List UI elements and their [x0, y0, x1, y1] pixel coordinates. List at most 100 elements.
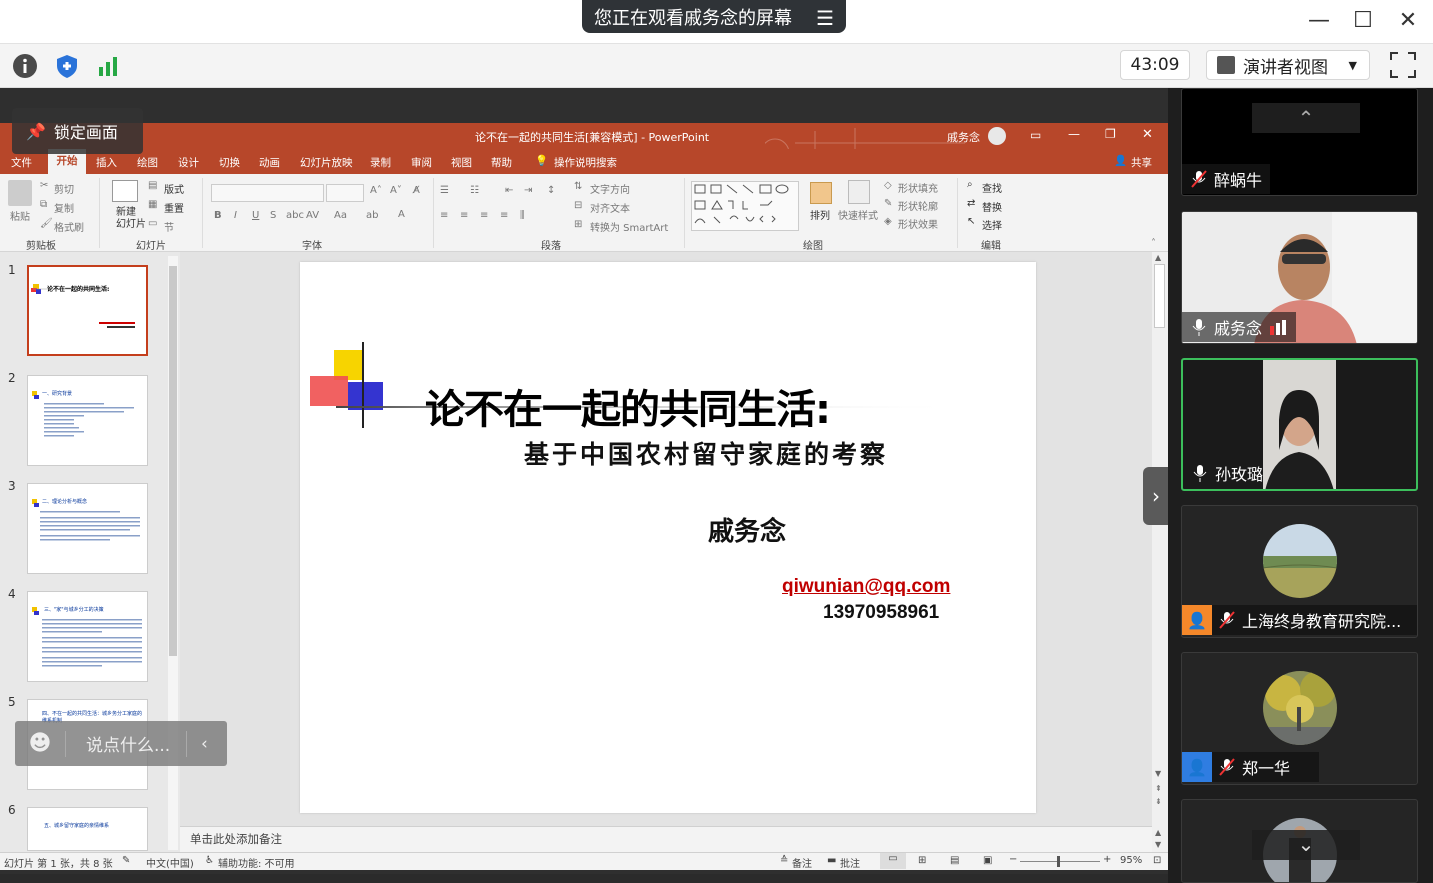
find-icon[interactable]: ⌕: [967, 179, 973, 190]
reading-view-icon[interactable]: ▤: [950, 855, 959, 866]
info-icon[interactable]: [10, 51, 40, 81]
font-color-icon[interactable]: A: [398, 209, 405, 220]
copy-icon[interactable]: ⧉: [40, 199, 47, 210]
ppt-close-button[interactable]: ✕: [1142, 127, 1153, 142]
line-spacing-icon[interactable]: ↕: [547, 185, 555, 196]
align-center-icon[interactable]: ≡: [460, 210, 468, 221]
format-painter-label[interactable]: 格式刷: [54, 219, 84, 234]
ribbon-display-icon[interactable]: ▭: [1030, 128, 1041, 142]
collapse-ribbon-icon[interactable]: ˄: [1151, 238, 1156, 249]
zoom-slider[interactable]: [1020, 861, 1100, 862]
spellcheck-icon[interactable]: ✎: [122, 855, 130, 866]
participant-tile[interactable]: ⌄: [1181, 799, 1418, 883]
tab-help[interactable]: 帮助: [491, 155, 512, 170]
align-text-icon[interactable]: ⊟: [574, 200, 582, 211]
strikethrough-icon[interactable]: abc: [286, 210, 304, 221]
participant-tile[interactable]: ⌃ 醉蜗牛: [1181, 88, 1418, 196]
smartart-label[interactable]: 转换为 SmartArt: [590, 219, 668, 234]
slide-thumbnail-4[interactable]: 三、"家"与城乡分工的决策: [27, 591, 148, 682]
new-slide-icon[interactable]: [112, 180, 138, 202]
quick-styles-label[interactable]: 快速样式: [838, 207, 878, 222]
accessibility-status[interactable]: 辅助功能: 不可用: [218, 855, 295, 870]
tab-slideshow[interactable]: 幻灯片放映: [300, 155, 353, 170]
fit-slide-icon[interactable]: ⊡: [1153, 855, 1161, 866]
ppt-share-button[interactable]: 共享: [1131, 155, 1152, 170]
section-label[interactable]: 节: [164, 219, 174, 234]
cut-label[interactable]: 剪切: [54, 181, 74, 196]
close-button[interactable]: ✕: [1393, 6, 1423, 36]
smartart-icon[interactable]: ⊞: [574, 219, 582, 230]
current-slide[interactable]: 论不在一起的共同生活: 基于中国农村留守家庭的考察 戚务念 qiwunian@q…: [300, 262, 1036, 813]
tab-review[interactable]: 审阅: [411, 155, 432, 170]
tab-view[interactable]: 视图: [451, 155, 472, 170]
language-status[interactable]: 中文(中国): [146, 855, 194, 870]
slide-thumbnail-6[interactable]: 五、城乡留守家庭的亲情维系: [27, 807, 148, 851]
maximize-button[interactable]: ☐: [1348, 6, 1378, 36]
bullets-icon[interactable]: ☰: [440, 185, 449, 196]
underline-icon[interactable]: U: [252, 210, 259, 221]
tab-record[interactable]: 录制: [370, 155, 391, 170]
chat-placeholder[interactable]: 说点什么...: [66, 731, 186, 756]
slide-scrollbar[interactable]: ▲ ▼ ⇞ ⇟ ▲ ▼: [1152, 252, 1168, 852]
text-direction-label[interactable]: 文字方向: [590, 181, 630, 196]
scroll-down-button[interactable]: ⌄: [1252, 830, 1360, 860]
font-size-select[interactable]: [326, 184, 364, 202]
collapse-panel-button[interactable]: ›: [1143, 467, 1169, 525]
tell-me-search[interactable]: 操作说明搜索: [554, 155, 617, 170]
highlight-icon[interactable]: ab: [366, 210, 378, 221]
fullscreen-icon[interactable]: [1388, 50, 1418, 80]
slide-thumbnail-2[interactable]: 一、研究背景: [27, 375, 148, 466]
quick-styles-icon[interactable]: [848, 180, 870, 204]
text-direction-icon[interactable]: ⇅: [574, 181, 582, 192]
tab-design[interactable]: 设计: [178, 155, 199, 170]
font-name-select[interactable]: [211, 184, 324, 202]
ppt-minimize-button[interactable]: —: [1068, 127, 1080, 141]
layout-icon[interactable]: ▤: [148, 180, 157, 191]
numbering-icon[interactable]: ☷: [470, 185, 479, 196]
new-slide-label[interactable]: 新建 幻灯片: [116, 207, 146, 231]
chat-input-bar[interactable]: ☻ 说点什么... ‹: [15, 721, 227, 766]
participant-tile[interactable]: 戚务念: [1181, 211, 1418, 344]
shape-effects-label[interactable]: 形状效果: [898, 216, 938, 231]
tab-transitions[interactable]: 切换: [219, 155, 240, 170]
slide-thumbnail-1[interactable]: 论不在一起的共同生活:: [27, 265, 148, 356]
shape-fill-label[interactable]: 形状填充: [898, 180, 938, 195]
justify-icon[interactable]: ≡: [500, 210, 508, 221]
shape-outline-label[interactable]: 形状轮廓: [898, 198, 938, 213]
shapes-gallery[interactable]: [691, 181, 799, 231]
format-painter-icon[interactable]: 🖌: [40, 218, 53, 229]
minimize-button[interactable]: —: [1304, 6, 1334, 36]
tab-insert[interactable]: 插入: [96, 155, 117, 170]
find-label[interactable]: 查找: [982, 180, 1002, 195]
chevron-left-icon[interactable]: ‹: [187, 734, 208, 754]
layout-label[interactable]: 版式: [164, 181, 184, 196]
notes-toggle[interactable]: 备注: [792, 855, 812, 870]
reset-label[interactable]: 重置: [164, 200, 184, 215]
security-shield-icon[interactable]: [52, 51, 82, 81]
zoom-slider-thumb[interactable]: [1057, 856, 1060, 867]
participant-tile[interactable]: 👤 上海终身教育研究院...: [1181, 505, 1418, 638]
tab-animations[interactable]: 动画: [259, 155, 280, 170]
change-case-icon[interactable]: Aa: [334, 210, 347, 221]
align-left-icon[interactable]: ≡: [440, 210, 448, 221]
indent-icon[interactable]: ⇤: [505, 185, 513, 196]
normal-view-icon[interactable]: ▭: [880, 853, 906, 869]
char-spacing-icon[interactable]: AV: [306, 210, 319, 221]
align-right-icon[interactable]: ≡: [480, 210, 488, 221]
grow-font-icon[interactable]: A˄: [370, 185, 382, 196]
zoom-level[interactable]: 95%: [1120, 855, 1142, 866]
ppt-restore-button[interactable]: ❐: [1105, 127, 1116, 141]
scroll-up-button[interactable]: ⌃: [1252, 103, 1360, 133]
clear-format-icon[interactable]: A̸: [413, 185, 420, 196]
align-text-label[interactable]: 对齐文本: [590, 200, 630, 215]
slideshow-icon[interactable]: ▣: [983, 855, 992, 866]
shape-fill-icon[interactable]: ◇: [884, 180, 892, 191]
comments-toggle[interactable]: 批注: [840, 855, 860, 870]
slide-sorter-icon[interactable]: ⊞: [918, 855, 926, 866]
paste-label[interactable]: 粘贴: [10, 208, 30, 223]
shape-effects-icon[interactable]: ◈: [884, 216, 892, 227]
arrange-icon[interactable]: [810, 182, 832, 204]
participant-tile[interactable]: 👤 郑一华: [1181, 652, 1418, 785]
copy-label[interactable]: 复制: [54, 200, 74, 215]
screen-share-banner[interactable]: 您正在观看戚务念的屏幕 ☰: [582, 0, 846, 33]
